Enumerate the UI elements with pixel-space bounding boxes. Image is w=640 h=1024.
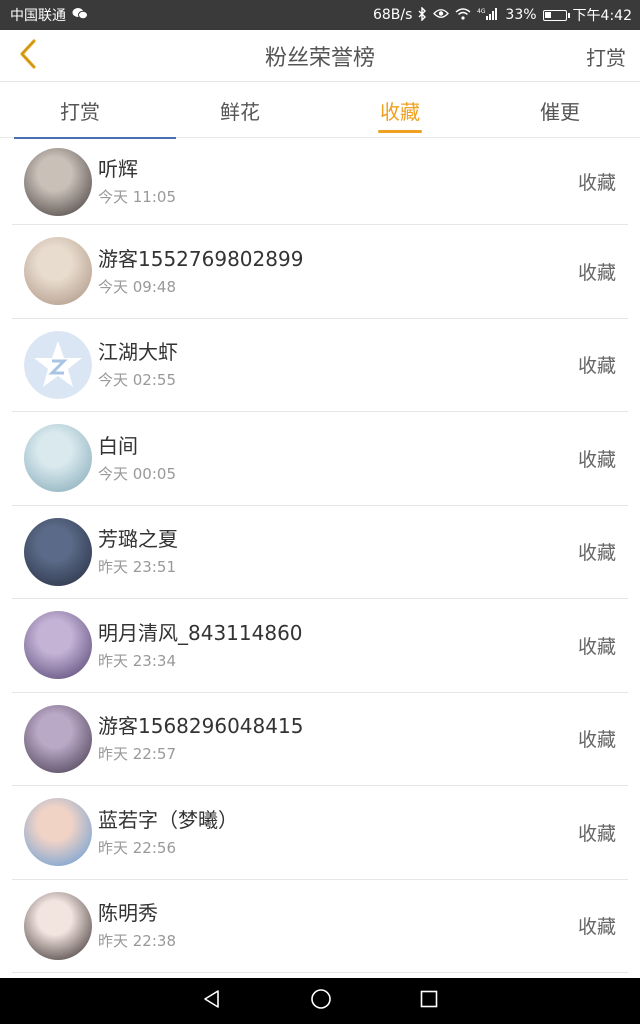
network-speed: 68B/s (372, 7, 413, 23)
battery-icon (542, 9, 570, 21)
chevron-left-icon (18, 38, 38, 74)
tab-flowers[interactable]: 鲜花 (160, 82, 320, 137)
wechat-icon (72, 7, 88, 23)
star-z-icon (24, 330, 92, 399)
user-name: 蓝若字（梦曦） (98, 807, 238, 832)
recents-square-icon[interactable] (420, 990, 438, 1012)
list-item-info: 陈明秀 昨天 22:38 (98, 900, 176, 951)
timestamp: 昨天 23:34 (98, 651, 176, 670)
tab-update-requests[interactable]: 催更 (480, 82, 640, 137)
tab-reward[interactable]: 打赏 (0, 82, 160, 137)
timestamp: 昨天 22:57 (98, 745, 176, 764)
list-item-info: 游客1552769802899 今天 09:48 (98, 246, 303, 297)
list-item-info: 江湖大虾 今天 02:55 (98, 339, 178, 390)
wifi-icon (455, 7, 471, 23)
clock: 下午4:42 (572, 8, 632, 24)
timestamp: 今天 02:55 (98, 371, 176, 390)
avatar (24, 517, 92, 586)
list-item-info: 芳璐之夏 昨天 23:51 (98, 526, 178, 577)
list-item[interactable]: 陈明秀 昨天 22:38 收藏 (12, 880, 628, 973)
list-item[interactable]: 江湖大虾 今天 02:55 收藏 (12, 319, 628, 412)
avatar (24, 704, 92, 773)
list-item-info: 游客1568296048415 昨天 22:57 (98, 713, 303, 764)
action-label: 收藏 (577, 172, 616, 194)
avatar (24, 237, 92, 306)
fan-list[interactable]: 听辉 今天 11:05 收藏 游客1552769802899 今天 09:48 … (0, 139, 640, 977)
status-bar-left: 中国联通 (10, 5, 88, 25)
reward-button[interactable]: 打赏 (586, 42, 626, 71)
tab-favorites[interactable]: 收藏 (320, 82, 480, 137)
user-name: 江湖大虾 (98, 340, 178, 365)
timestamp: 昨天 22:38 (98, 932, 176, 951)
carrier-name: 中国联通 (10, 8, 66, 24)
list-item-info: 蓝若字（梦曦） 昨天 22:56 (98, 807, 238, 858)
bluetooth-icon (418, 5, 427, 24)
user-name: 游客1552769802899 (98, 246, 304, 271)
avatar (24, 611, 92, 680)
status-bar: 中国联通 68B/s 4G 33% 下午4:42 (0, 0, 640, 30)
avatar (24, 891, 92, 960)
action-label: 收藏 (577, 355, 616, 378)
timestamp: 昨天 23:51 (98, 558, 176, 577)
timestamp: 今天 00:05 (98, 464, 176, 483)
status-bar-right: 68B/s 4G 33% 下午4:42 (373, 5, 632, 25)
timestamp: 昨天 22:56 (98, 838, 176, 857)
page-title: 粉丝荣誉榜 (264, 45, 375, 71)
user-name: 游客1568296048415 (98, 714, 304, 739)
list-item[interactable]: 游客1568296048415 昨天 22:57 收藏 (12, 693, 628, 786)
list-item-info: 听辉 今天 11:05 (98, 156, 176, 207)
action-label: 收藏 (577, 542, 616, 565)
tab-bar: 打赏 鲜花 收藏 催更 (0, 82, 640, 138)
action-label: 收藏 (577, 635, 616, 658)
avatar (24, 330, 92, 399)
timestamp: 今天 09:48 (98, 277, 176, 296)
user-name: 明月清风_843114860 (98, 620, 303, 645)
avatar (24, 798, 92, 867)
user-name: 听辉 (98, 157, 138, 181)
list-item[interactable]: 白间 今天 00:05 收藏 (12, 412, 628, 506)
header: 粉丝荣誉榜 打赏 (0, 30, 640, 82)
list-item[interactable]: 蓝若字（梦曦） 昨天 22:56 收藏 (12, 786, 628, 880)
list-item[interactable]: 明月清风_843114860 昨天 23:34 收藏 (12, 599, 628, 693)
avatar (24, 147, 92, 216)
back-button[interactable] (8, 36, 48, 76)
home-circle-icon[interactable] (310, 988, 332, 1014)
timestamp: 今天 11:05 (98, 188, 176, 206)
list-item[interactable]: 游客1552769802899 今天 09:48 收藏 (12, 225, 628, 319)
action-label: 收藏 (577, 822, 616, 845)
list-item-info: 白间 今天 00:05 (98, 433, 176, 484)
action-label: 收藏 (577, 729, 616, 752)
action-label: 收藏 (577, 916, 616, 939)
list-item-info: 明月清风_843114860 昨天 23:34 (98, 620, 303, 671)
action-label: 收藏 (577, 448, 616, 471)
avatar (24, 424, 92, 493)
eye-icon (433, 8, 450, 22)
user-name: 陈明秀 (98, 901, 158, 926)
list-item[interactable]: 听辉 今天 11:05 收藏 (12, 139, 628, 225)
svg-text:4G: 4G (477, 8, 486, 15)
signal-icon: 4G (477, 7, 499, 23)
list-item[interactable]: 芳璐之夏 昨天 23:51 收藏 (12, 506, 628, 599)
action-label: 收藏 (577, 261, 616, 284)
back-triangle-icon[interactable] (202, 989, 222, 1013)
battery-percent: 33% (505, 7, 537, 23)
user-name: 白间 (98, 433, 138, 458)
user-name: 芳璐之夏 (98, 527, 178, 552)
system-nav-bar (0, 978, 640, 1024)
